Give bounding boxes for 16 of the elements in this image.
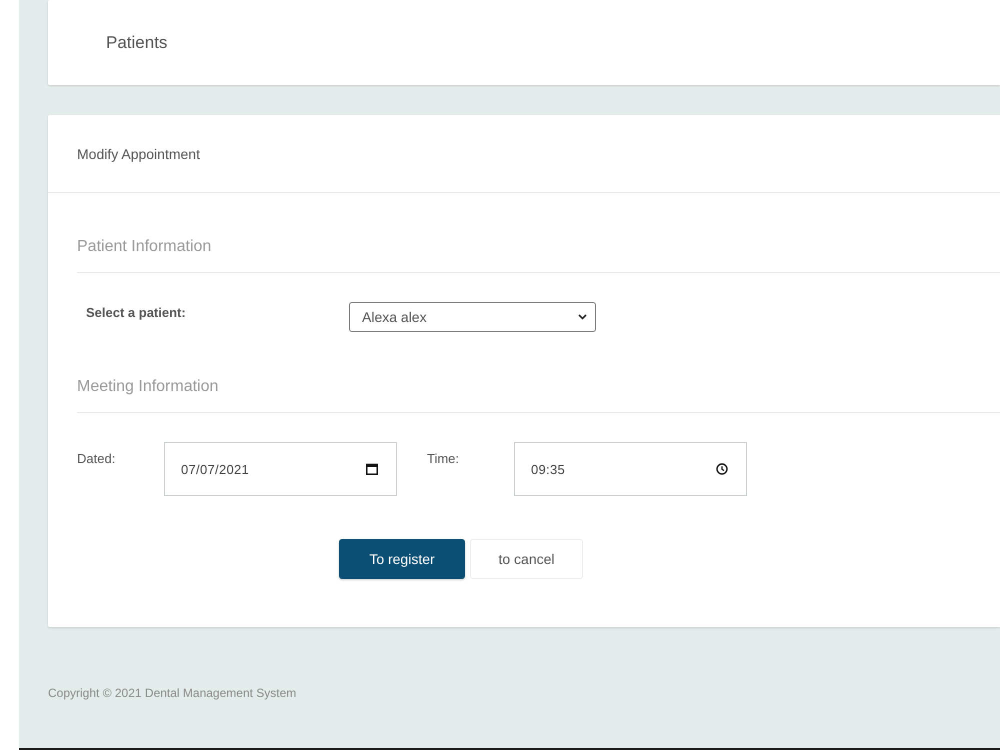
page-title: Patients	[106, 33, 168, 53]
section-heading: Patient Information	[77, 237, 212, 257]
field-label: Select a patient:	[86, 305, 186, 320]
calendar-icon[interactable]	[366, 463, 378, 475]
field-label: Time:	[427, 451, 460, 466]
register-button[interactable]: To register	[339, 539, 465, 579]
chevron-down-icon	[578, 314, 587, 320]
date-field[interactable]: 07/07/2021	[164, 442, 397, 496]
cancel-button[interactable]: to cancel	[470, 539, 583, 579]
time-field[interactable]: 09:35	[514, 442, 747, 496]
clock-icon[interactable]	[716, 463, 728, 475]
field-label: Dated:	[77, 451, 116, 466]
copyright-text: Copyright © 2021 Dental Management System	[48, 686, 296, 700]
card-title: Modify Appointment	[77, 146, 200, 162]
section-heading: Meeting Information	[77, 377, 218, 397]
patient-select[interactable]: Alexa alex	[349, 302, 596, 332]
